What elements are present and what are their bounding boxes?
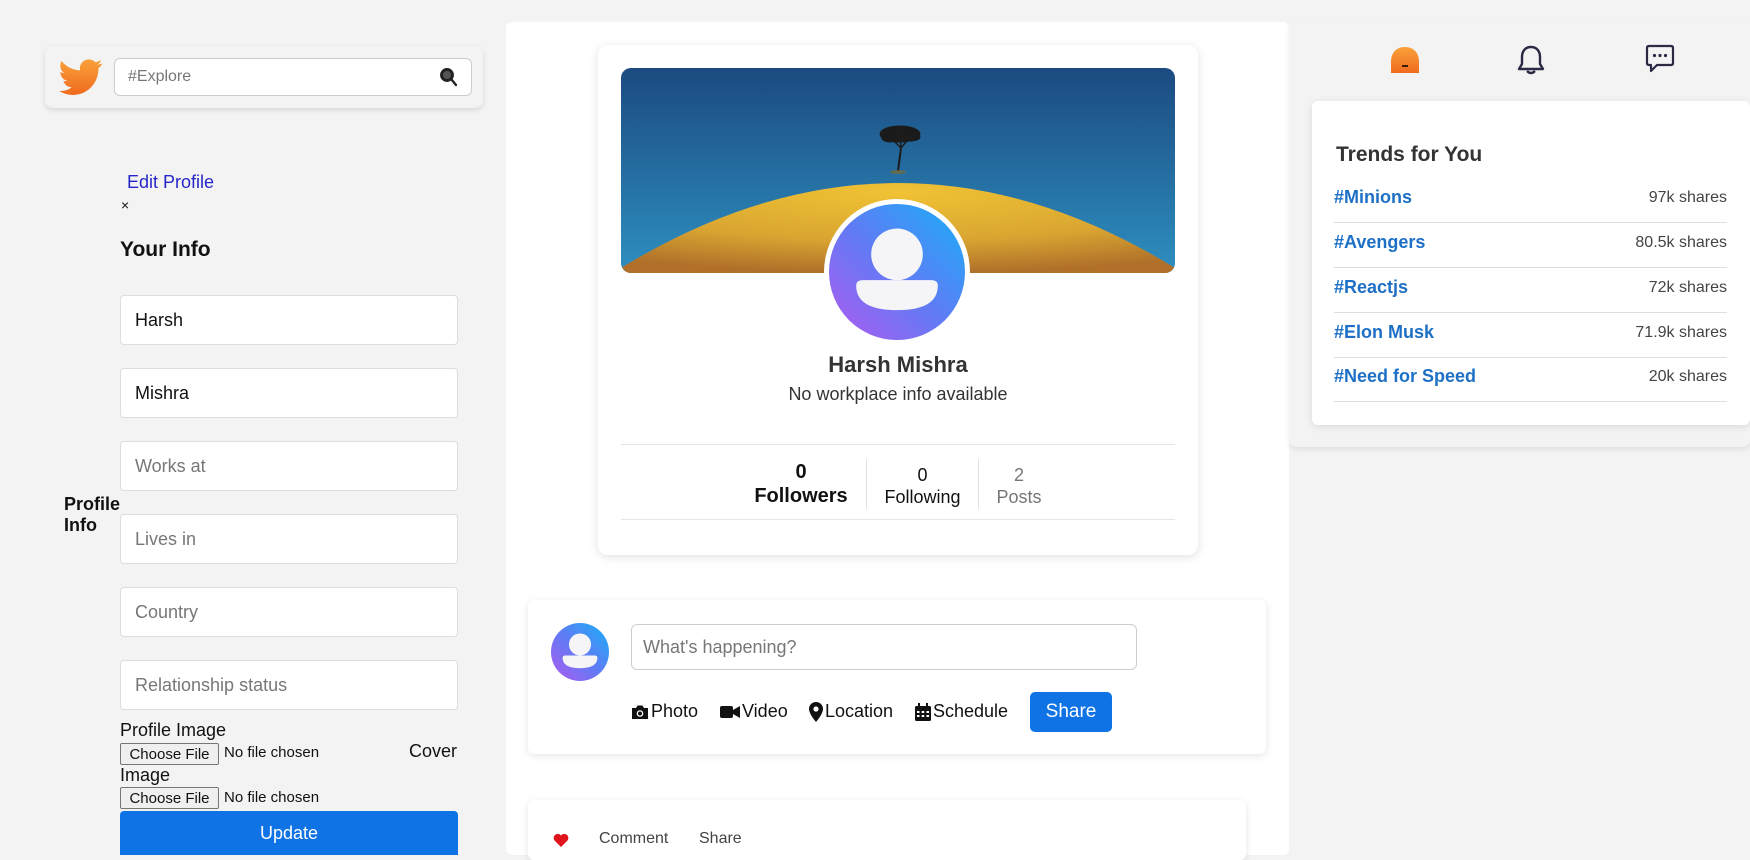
edit-profile-link[interactable]: Edit Profile xyxy=(127,172,214,193)
country-field[interactable] xyxy=(120,587,458,637)
comment-button[interactable]: Comment xyxy=(599,830,668,848)
divider xyxy=(621,519,1175,520)
profile-avatar[interactable] xyxy=(824,199,970,345)
share-button[interactable]: Share xyxy=(1030,692,1112,732)
trend-shares: 80.5k shares xyxy=(1635,234,1727,251)
cover-image-label-cont: Image xyxy=(120,765,171,785)
trends-title: Trends for You xyxy=(1336,143,1483,166)
followers-count[interactable]: 0 xyxy=(752,461,850,484)
first-name-field[interactable] xyxy=(120,295,458,345)
stat-divider xyxy=(866,459,867,509)
post-share-button[interactable]: Share xyxy=(699,830,742,848)
profile-image-file-status: No file chosen xyxy=(224,744,320,761)
following-label[interactable]: Following xyxy=(875,487,970,508)
trend-shares: 97k shares xyxy=(1648,189,1727,206)
following-count[interactable]: 0 xyxy=(875,465,970,486)
lives-in-field[interactable] xyxy=(120,514,458,564)
video-option[interactable]: Video xyxy=(720,701,788,722)
trend-shares: 20k shares xyxy=(1648,368,1727,385)
cover-image-file-status: No file chosen xyxy=(224,789,320,806)
location-option[interactable]: Location xyxy=(809,701,893,722)
search-icon[interactable] xyxy=(439,67,458,87)
profile-image-label: Profile Image xyxy=(120,720,227,740)
schedule-option-label: Schedule xyxy=(933,701,1009,721)
chat-icon[interactable] xyxy=(1645,44,1675,79)
followers-label[interactable]: Followers xyxy=(752,485,850,508)
video-icon xyxy=(720,705,740,718)
camera-icon xyxy=(632,705,648,719)
photo-option-label: Photo xyxy=(651,701,699,721)
schedule-option[interactable]: Schedule xyxy=(915,701,1008,722)
profile-workplace: No workplace info available xyxy=(788,384,1008,404)
trend-tag[interactable]: #Avengers xyxy=(1334,232,1425,253)
calendar-icon xyxy=(915,702,931,721)
heart-icon[interactable] xyxy=(553,833,569,852)
trend-tag[interactable]: #Minions xyxy=(1334,187,1412,208)
trend-shares: 72k shares xyxy=(1648,279,1727,296)
close-modal-button[interactable]: × xyxy=(121,197,129,213)
trend-tag[interactable]: #Need for Speed xyxy=(1334,366,1476,387)
profile-name: Harsh Mishra xyxy=(828,352,968,377)
trend-item[interactable]: #Avengers 80.5k shares xyxy=(1334,223,1727,268)
posts-count[interactable]: 2 xyxy=(988,465,1050,486)
cover-image-label: Cover xyxy=(409,741,458,761)
cover-image-choose-file-button[interactable]: Choose File xyxy=(120,787,219,809)
bell-icon[interactable] xyxy=(1517,44,1545,81)
profile-image-choose-file-button[interactable]: Choose File xyxy=(120,743,219,765)
works-at-field[interactable] xyxy=(120,441,458,491)
posts-label[interactable]: Posts xyxy=(988,487,1050,508)
bird-logo-icon[interactable] xyxy=(58,55,104,99)
trend-item[interactable]: #Elon Musk 71.9k shares xyxy=(1334,313,1727,358)
whats-happening-input[interactable] xyxy=(631,624,1137,670)
home-icon[interactable] xyxy=(1390,46,1420,79)
location-option-label: Location xyxy=(825,701,894,721)
trend-tag[interactable]: #Reactjs xyxy=(1334,277,1408,298)
left-sidebar xyxy=(23,23,483,855)
last-name-field[interactable] xyxy=(120,368,458,418)
video-option-label: Video xyxy=(742,701,788,721)
trend-item[interactable]: #Minions 97k shares xyxy=(1334,178,1727,223)
photo-option[interactable]: Photo xyxy=(631,701,698,722)
trend-item[interactable]: #Reactjs 72k shares xyxy=(1334,268,1727,313)
composer-avatar xyxy=(551,623,609,681)
trend-tag[interactable]: #Elon Musk xyxy=(1334,322,1434,343)
your-info-heading: Your Info xyxy=(120,238,211,261)
update-button[interactable]: Update xyxy=(120,811,458,855)
trend-item[interactable]: #Need for Speed 20k shares xyxy=(1334,357,1727,402)
stat-divider xyxy=(978,459,979,509)
location-icon xyxy=(809,701,823,722)
trend-shares: 71.9k shares xyxy=(1635,324,1727,341)
relationship-status-field[interactable] xyxy=(120,660,458,710)
profile-info-label: Profile Info xyxy=(64,494,121,535)
search-input[interactable] xyxy=(114,58,472,96)
divider xyxy=(621,444,1175,445)
